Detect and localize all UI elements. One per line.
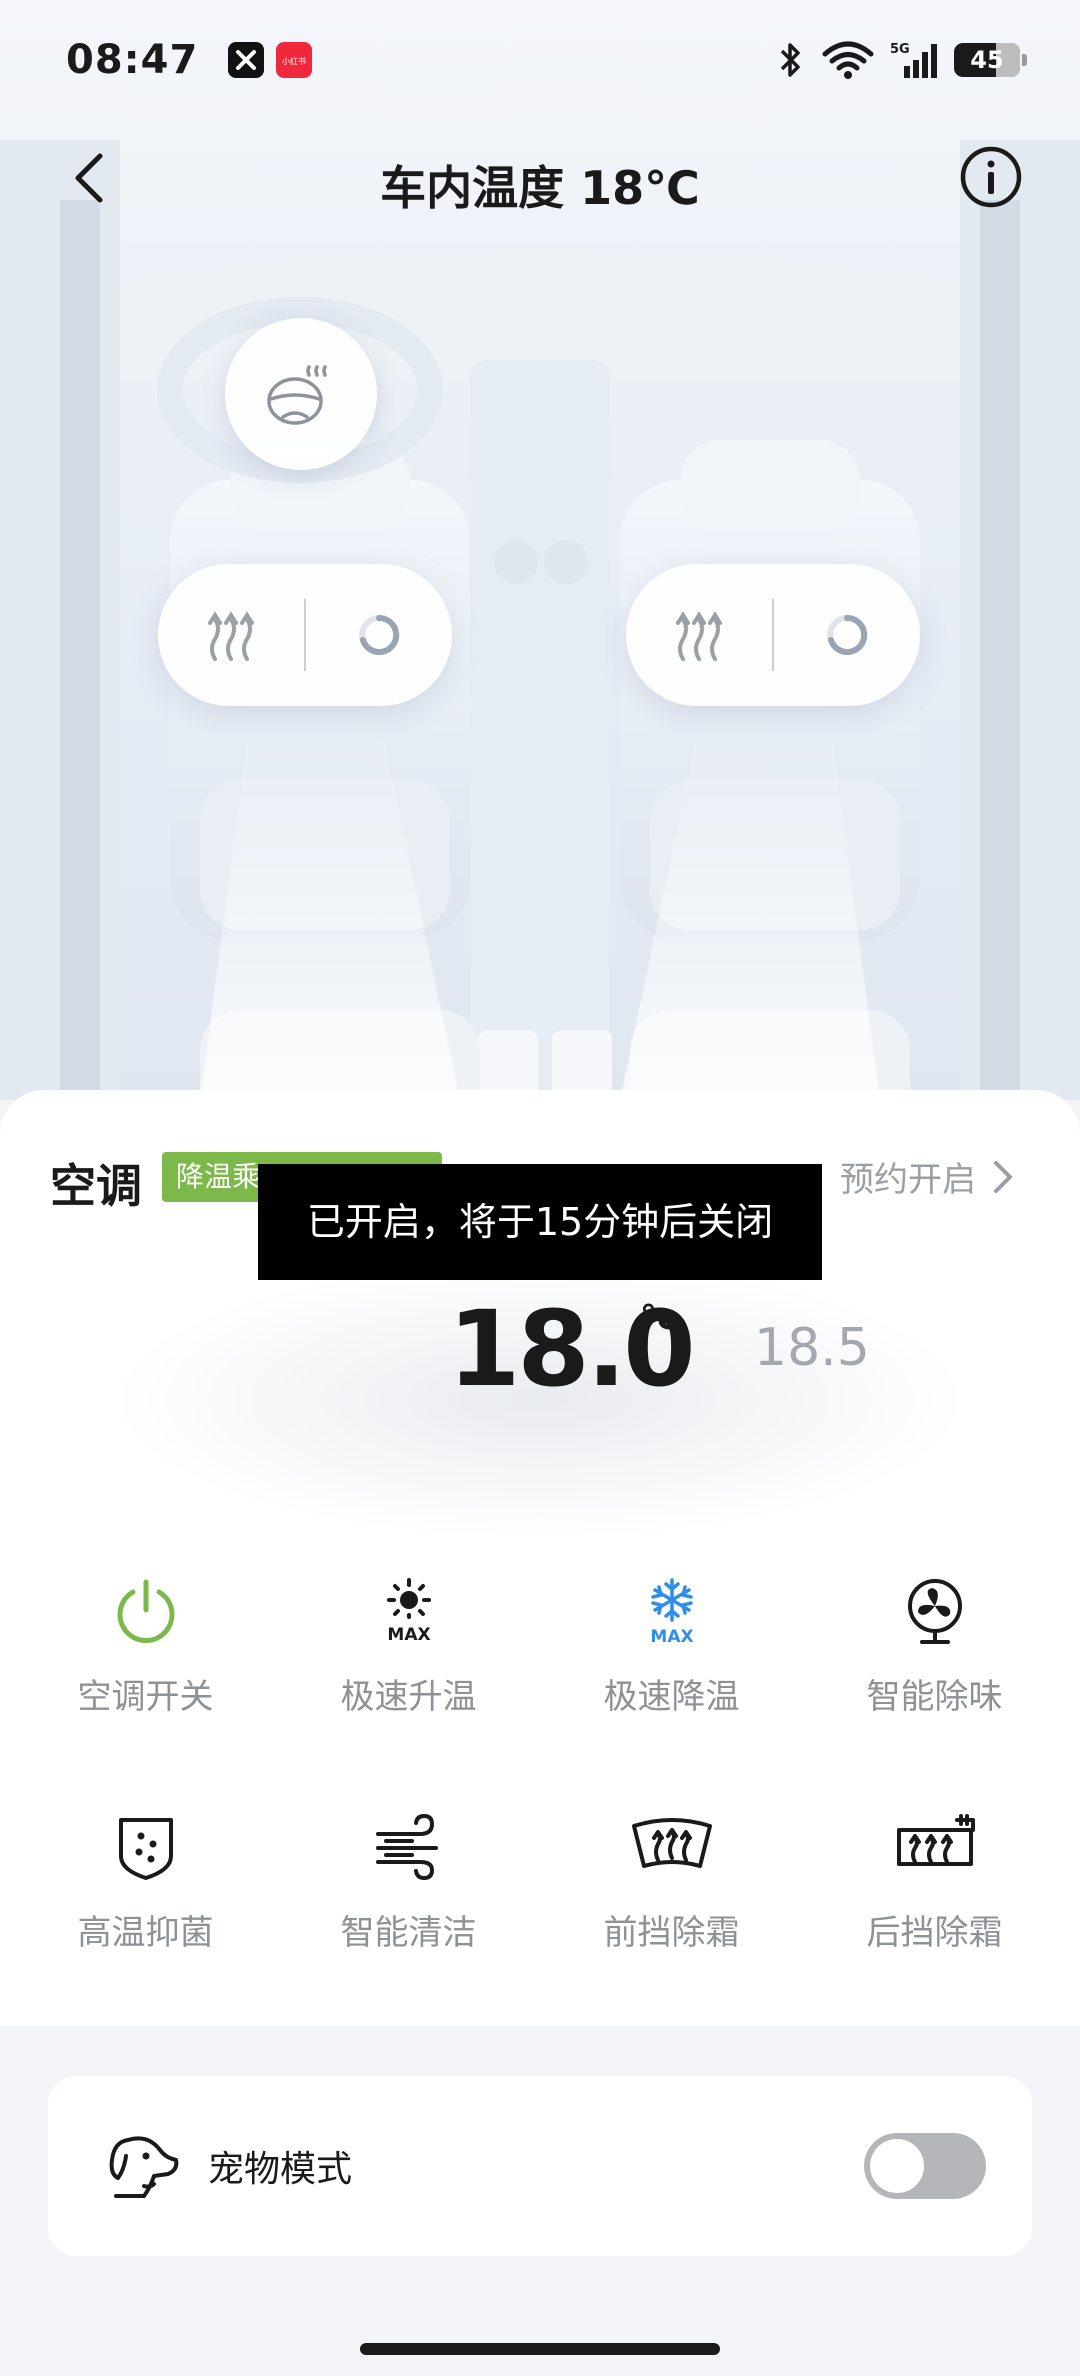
pet-mode-toggle[interactable] bbox=[864, 2133, 986, 2199]
toast-message: 已开启，将于15分钟后关闭 bbox=[258, 1164, 822, 1280]
status-icons: 5G 45 bbox=[776, 40, 1027, 80]
pet-mode-card: 宠物模式 bbox=[48, 2076, 1032, 2256]
next-temperature-option[interactable]: 18.5 bbox=[754, 1318, 870, 1378]
driver-seat-heat-button[interactable] bbox=[158, 564, 304, 706]
function-label: 后挡除霜 bbox=[866, 1913, 1003, 1953]
svg-text:MAX: MAX bbox=[387, 1625, 430, 1645]
driver-seat-vent-button[interactable] bbox=[306, 564, 452, 706]
function-label: 高温抑菌 bbox=[77, 1913, 214, 1953]
dog-icon bbox=[109, 2136, 179, 2198]
home-indicator[interactable] bbox=[360, 2343, 720, 2355]
header: 车内温度 18℃ bbox=[0, 130, 1080, 226]
front-defrost-icon bbox=[631, 1818, 712, 1868]
x-app-notification-icon bbox=[228, 42, 265, 78]
rapid-cool-button[interactable]: MAX 极速降温 bbox=[540, 1545, 803, 1781]
status-bar: 08:47 小红书 5G 45 bbox=[0, 0, 1080, 120]
ac-function-grid: 空调开关 MAX 极速升温 MAX 极速降温 智能除味 高温抑菌 智能清洁 前挡… bbox=[14, 1545, 1066, 2017]
front-defrost-button[interactable]: 前挡除霜 bbox=[540, 1781, 803, 2017]
sterilize-button[interactable]: 高温抑菌 bbox=[14, 1781, 277, 2017]
svg-text:小红书: 小红书 bbox=[282, 56, 306, 66]
function-label: 空调开关 bbox=[77, 1677, 214, 1717]
page-title: 车内温度 18℃ bbox=[380, 161, 700, 215]
smart-clean-button[interactable]: 智能清洁 bbox=[277, 1781, 540, 2017]
status-time: 08:47 bbox=[66, 37, 199, 83]
ac-power-button[interactable]: 空调开关 bbox=[14, 1545, 277, 1781]
rear-defrost-icon bbox=[896, 1814, 975, 1866]
schedule-button[interactable]: 预约开启 bbox=[840, 1152, 1014, 1201]
passenger-seat-vent-button[interactable] bbox=[774, 564, 920, 706]
passenger-seat-controls bbox=[626, 564, 920, 706]
function-label: 智能清洁 bbox=[340, 1913, 477, 1953]
wifi-icon bbox=[822, 41, 874, 79]
battery-level: 45 bbox=[970, 46, 1004, 74]
bluetooth-icon bbox=[780, 43, 800, 77]
fan-icon bbox=[907, 1579, 962, 1644]
cellular-signal-icon: 5G bbox=[890, 42, 937, 78]
battery-icon: 45 bbox=[954, 43, 1027, 77]
ac-panel: 空调 降温乘 预约开启 18.0 °c 18.5 已开启，将于15分钟后关闭 空… bbox=[0, 1090, 1080, 2026]
rapid-heat-button[interactable]: MAX 极速升温 bbox=[277, 1545, 540, 1781]
seat-vent-icon bbox=[827, 614, 868, 655]
pet-mode-label: 宠物模式 bbox=[208, 2149, 353, 2190]
snowflake-max-icon: MAX bbox=[650, 1578, 693, 1646]
shield-dots-icon bbox=[118, 1818, 173, 1880]
xiaohongshu-notification-icon: 小红书 bbox=[276, 42, 313, 78]
wind-icon bbox=[375, 1813, 438, 1881]
passenger-seat-heat-button[interactable] bbox=[626, 564, 772, 706]
power-icon bbox=[117, 1579, 174, 1643]
steering-heat-icon bbox=[267, 365, 327, 425]
driver-seat-controls bbox=[158, 564, 452, 706]
function-label: 智能除味 bbox=[866, 1677, 1003, 1717]
seat-heat-icon bbox=[208, 611, 254, 661]
seat-heat-icon bbox=[676, 611, 722, 661]
function-label: 前挡除霜 bbox=[603, 1913, 740, 1953]
chevron-right-icon bbox=[994, 1160, 1012, 1193]
toggle-knob bbox=[870, 2139, 924, 2193]
info-button[interactable] bbox=[958, 144, 1024, 210]
rear-defrost-button[interactable]: 后挡除霜 bbox=[803, 1781, 1066, 2017]
function-label: 极速升温 bbox=[340, 1677, 477, 1717]
schedule-label: 预约开启 bbox=[840, 1160, 976, 1200]
sun-max-icon: MAX bbox=[386, 1578, 431, 1645]
ac-title: 空调 bbox=[50, 1159, 142, 1213]
steering-wheel-heat-button[interactable] bbox=[225, 318, 377, 470]
deodorize-button[interactable]: 智能除味 bbox=[803, 1545, 1066, 1781]
svg-text:MAX: MAX bbox=[650, 1627, 693, 1646]
seat-vent-icon bbox=[359, 614, 400, 655]
info-icon bbox=[960, 146, 1022, 208]
function-label: 极速降温 bbox=[603, 1677, 740, 1717]
svg-text:5G: 5G bbox=[890, 42, 910, 57]
temperature-unit: °c bbox=[640, 1298, 678, 1338]
